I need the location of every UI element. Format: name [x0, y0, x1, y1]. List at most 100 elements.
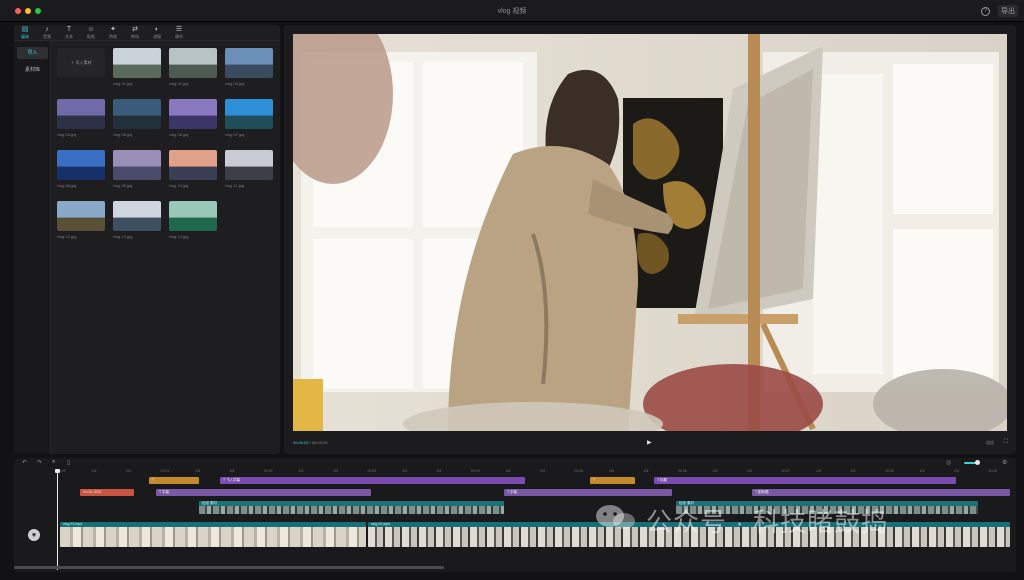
- ruler-tick-label: 20f: [126, 469, 131, 473]
- timeline-scrollbar[interactable]: [14, 566, 444, 569]
- media-thumbnail-caption: vlog 10.jpg: [169, 183, 189, 188]
- filter-icon: ◐: [154, 26, 160, 33]
- timeline-ruler[interactable]: 00:00 10f 20f 00:01 10f 20f 00:02 10f 20f 00:03 10…: [57, 469, 1013, 477]
- tool-label: 特效: [109, 34, 117, 39]
- text-icon: T: [66, 26, 72, 33]
- tool-filter[interactable]: ◐ 滤镜: [150, 26, 164, 40]
- cover-icon: ◉: [31, 532, 37, 538]
- sidebar-item-import[interactable]: 导入: [17, 47, 48, 59]
- media-thumbnail[interactable]: [169, 201, 217, 231]
- tool-label: 音频: [43, 34, 51, 39]
- ruler-tick-label: 20f: [333, 469, 338, 473]
- media-thumbnail[interactable]: [57, 201, 105, 231]
- ruler-tick-label: 00:09: [988, 469, 998, 473]
- video-preview[interactable]: [293, 34, 1007, 431]
- watermark-text: 公众号 · 科技睹鼓捣: [646, 507, 889, 537]
- timeline-clip[interactable]: T 字幕: [156, 489, 371, 496]
- ruler-tick-label: 10f: [298, 469, 304, 473]
- ratio-select[interactable]: 适应: [986, 440, 994, 446]
- total-time: 00:03:20: [311, 440, 328, 445]
- transition-icon: ⇄: [132, 26, 138, 33]
- media-thumbnail[interactable]: [169, 150, 217, 180]
- adjust-icon: ☰: [175, 26, 183, 33]
- cover-button[interactable]: ◉: [28, 529, 40, 541]
- ruler-tick-label: 00:07: [781, 469, 791, 473]
- ruler-tick-label: 20f: [954, 469, 959, 473]
- sticker-icon: ☺: [87, 26, 95, 33]
- redo-icon[interactable]: ↷: [37, 459, 42, 466]
- playhead[interactable]: [55, 469, 60, 570]
- media-thumbnail[interactable]: [225, 150, 273, 180]
- fullscreen-icon[interactable]: ⛶: [1004, 439, 1008, 446]
- ruler-tick-label: 10f: [91, 469, 97, 473]
- media-thumbnail-caption: vlog 07.jpg: [225, 132, 245, 137]
- media-thumbnail[interactable]: [113, 48, 161, 78]
- zoom-slider-handle[interactable]: [975, 460, 980, 465]
- ruler-tick-label: 10f: [402, 469, 407, 473]
- media-thumbnail[interactable]: [113, 201, 161, 231]
- ruler-tick-label: 00:04: [471, 469, 480, 473]
- media-thumbnail[interactable]: [169, 99, 217, 129]
- media-sidebar: 导入 素材库: [14, 42, 51, 454]
- media-thumbnail[interactable]: [113, 150, 161, 180]
- delete-icon[interactable]: ▯: [67, 459, 70, 466]
- tool-label: 调节: [175, 34, 183, 39]
- ruler-tick-label: 20f: [850, 469, 856, 473]
- timeline-clip[interactable]: T: [590, 477, 635, 484]
- settings-icon[interactable]: ⚙: [1002, 459, 1007, 466]
- video-frame-image: [293, 34, 1007, 431]
- tool-transition[interactable]: ⇄ 转场: [128, 26, 142, 40]
- snap-icon[interactable]: ◎: [946, 459, 951, 466]
- media-thumbnail[interactable]: [57, 150, 105, 180]
- ruler-tick-label: 10f: [816, 469, 821, 473]
- ruler-tick-label: 10f: [505, 469, 511, 473]
- tool-label: 转场: [131, 34, 139, 39]
- tool-label: 滤镜: [153, 34, 161, 39]
- split-icon[interactable]: ⏸: [52, 459, 55, 466]
- tool-media[interactable]: ▤ 媒体: [18, 26, 32, 40]
- tool-effects[interactable]: ✦ 特效: [106, 26, 120, 40]
- media-thumbnail-caption: vlog 09.jpg: [113, 183, 133, 188]
- help-icon[interactable]: ?: [981, 7, 990, 16]
- tool-adjust[interactable]: ☰ 调节: [172, 26, 186, 40]
- timeline-clip[interactable]: T 标题: [654, 477, 956, 484]
- media-thumbnail-caption: vlog 01.jpg: [113, 81, 133, 86]
- tool-audio[interactable]: ♪ 音频: [40, 26, 54, 40]
- export-button[interactable]: 导出: [998, 5, 1018, 17]
- media-thumbnail-caption: vlog 12.jpg: [57, 234, 77, 239]
- title-bar: vlog 视频 ? 导出: [0, 0, 1024, 22]
- timeline-clip[interactable]: T 飞入字幕: [220, 477, 525, 484]
- tool-text[interactable]: T 文本: [62, 26, 76, 40]
- sidebar-item-library[interactable]: 素材库: [17, 64, 48, 76]
- media-thumbnail-caption: vlog 08.jpg: [57, 183, 77, 188]
- timeline-clip[interactable]: T 字幕: [504, 489, 672, 496]
- timeline-clip[interactable]: VLOG 2022: [80, 489, 134, 496]
- timeline-clip[interactable]: T 副标题: [752, 489, 1010, 496]
- media-icon: ▤: [21, 26, 29, 33]
- media-thumbnail[interactable]: [57, 99, 105, 129]
- media-thumbnail-caption: vlog 11.jpg: [225, 183, 245, 188]
- media-thumbnail-caption: vlog 05.jpg: [113, 132, 133, 137]
- media-thumbnail[interactable]: [113, 99, 161, 129]
- main-video-frames: [60, 527, 366, 547]
- undo-icon[interactable]: ↶: [22, 459, 27, 466]
- timecode: 00:00:00 / 00:03:20: [293, 440, 328, 445]
- ruler-tick-label: 20f: [436, 469, 442, 473]
- timeline-toolbar: ↶ ↷ ⏸ ▯ ◎ ⚙: [14, 458, 1016, 469]
- ruler-tick-label: 10f: [919, 469, 925, 473]
- ruler-tick-label: 20f: [643, 469, 649, 473]
- sticker-frames: [199, 506, 504, 514]
- media-thumbnail[interactable]: [225, 48, 273, 78]
- play-button[interactable]: ▶: [647, 439, 652, 446]
- media-thumbnail[interactable]: [169, 48, 217, 78]
- media-toolbar: ▤ 媒体 ♪ 音频 T 文本 ☺ 贴纸 ✦ 特效 ⇄ 转场 ◐ 滤镜 ☰ 调节: [14, 25, 280, 41]
- media-thumbnail[interactable]: [225, 99, 273, 129]
- media-thumbnail-caption: vlog 13.jpg: [113, 234, 133, 239]
- main-video-clip[interactable]: vlog 01.mp4: [60, 522, 366, 547]
- import-media-label: 导入素材: [75, 60, 92, 65]
- timeline-clip[interactable]: T: [149, 477, 199, 484]
- sticker-clip[interactable]: 贴纸 素材: [199, 501, 504, 514]
- import-media-button[interactable]: ＋ 导入素材: [57, 48, 105, 77]
- media-thumbnail-caption: vlog 02.jpg: [169, 81, 189, 86]
- tool-sticker[interactable]: ☺ 贴纸: [84, 26, 98, 40]
